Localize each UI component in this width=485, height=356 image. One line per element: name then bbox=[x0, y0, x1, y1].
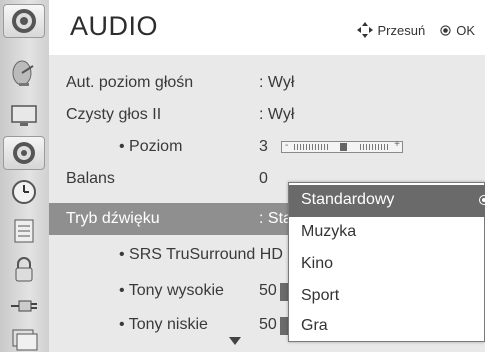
navigation-hint: Przesuń OK bbox=[356, 22, 475, 38]
monitor-icon[interactable] bbox=[3, 99, 45, 133]
menu-row-auto-volume[interactable]: Aut. poziom głośn : Wył bbox=[49, 67, 485, 99]
scroll-down-arrow-icon[interactable] bbox=[229, 337, 241, 345]
row-value: 3 bbox=[259, 138, 268, 155]
slider-plus: + bbox=[394, 139, 400, 150]
row-label: • Tony wysokie bbox=[119, 282, 224, 299]
selected-radio-icon bbox=[479, 195, 485, 205]
speaker-icon[interactable] bbox=[3, 136, 45, 170]
menu-row-level[interactable]: • Poziom 3 - + bbox=[49, 131, 485, 163]
satellite-dish-icon[interactable] bbox=[3, 56, 45, 90]
photo-media-icon[interactable] bbox=[3, 322, 45, 356]
row-label: • SRS TruSurround HD : bbox=[119, 246, 292, 263]
menu-row-clear-voice[interactable]: Czysty głos II : Wył bbox=[49, 99, 485, 131]
input-plug-icon[interactable] bbox=[3, 289, 45, 323]
treble-level-bar bbox=[280, 283, 288, 301]
slider-ticks bbox=[294, 144, 330, 150]
level-slider[interactable]: - + bbox=[281, 139, 403, 153]
row-label: Aut. poziom głośn bbox=[66, 74, 194, 91]
category-sidebar bbox=[0, 0, 50, 352]
move-hint-label: Przesuń bbox=[377, 22, 426, 38]
option-label: Kino bbox=[301, 255, 334, 272]
speaker-icon[interactable] bbox=[3, 4, 45, 38]
slider-thumb[interactable] bbox=[340, 143, 347, 151]
slider-ticks bbox=[360, 144, 388, 150]
row-label: • Poziom bbox=[119, 138, 183, 155]
page-title: AUDIO bbox=[70, 11, 159, 41]
option-sport[interactable]: Sport bbox=[289, 281, 485, 313]
option-label: Muzyka bbox=[301, 223, 357, 240]
option-music[interactable]: Muzyka bbox=[289, 217, 485, 249]
option-label: Sport bbox=[301, 287, 340, 304]
option-list-icon[interactable] bbox=[3, 214, 45, 248]
ok-button-icon bbox=[440, 24, 451, 36]
row-value: : Sta bbox=[259, 210, 292, 227]
row-label: Tryb dźwięku bbox=[66, 210, 160, 227]
row-value: : Wył bbox=[259, 106, 295, 123]
clock-icon[interactable] bbox=[3, 175, 45, 209]
move-arrows-icon bbox=[356, 22, 373, 38]
row-value: : Wył bbox=[259, 74, 295, 91]
menu-header: AUDIO Przesuń OK bbox=[49, 0, 485, 55]
row-label: Balans bbox=[66, 170, 115, 187]
sound-mode-dropdown: Standardowy Muzyka Kino Sport Gra bbox=[288, 182, 485, 342]
row-label: Czysty głos II bbox=[66, 106, 162, 123]
ok-hint-label: OK bbox=[456, 22, 475, 38]
option-cinema[interactable]: Kino bbox=[289, 249, 485, 281]
bass-level-bar bbox=[280, 317, 288, 335]
row-value: 0 bbox=[259, 170, 268, 187]
row-value: 50 bbox=[259, 282, 277, 299]
slider-minus: - bbox=[285, 140, 289, 151]
option-standard[interactable]: Standardowy bbox=[289, 185, 485, 217]
lock-icon[interactable] bbox=[3, 253, 45, 287]
row-value: 50 bbox=[259, 316, 277, 333]
option-label: Standardowy bbox=[301, 191, 395, 208]
option-game[interactable]: Gra bbox=[289, 311, 485, 343]
option-label: Gra bbox=[301, 317, 328, 334]
row-label: • Tony niskie bbox=[119, 316, 208, 333]
